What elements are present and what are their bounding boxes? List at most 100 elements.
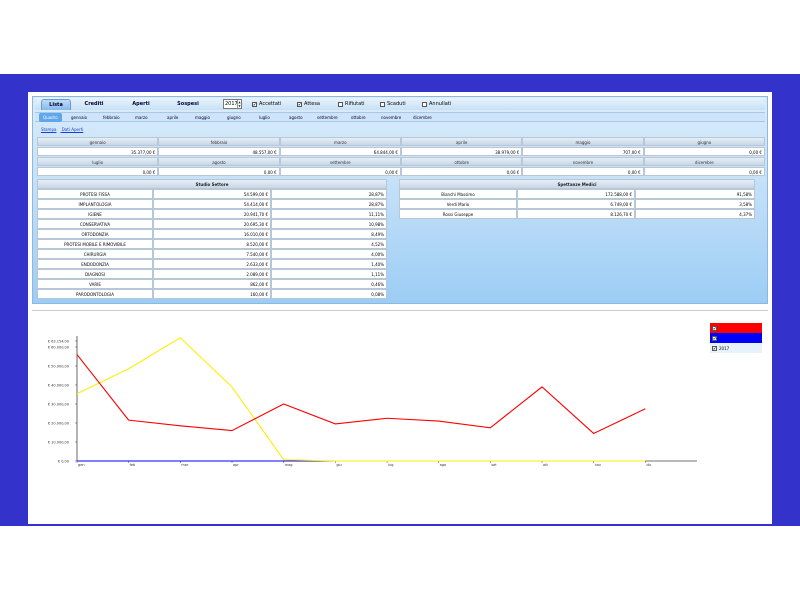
table-row[interactable]: DIAGNOSI 2.089,00 €1,11%: [37, 269, 387, 279]
month-value: 0,00 €: [400, 167, 523, 176]
row-amount: 2.633,00 €: [153, 259, 271, 269]
checkbox-icon[interactable]: [338, 101, 343, 107]
tab-crediti[interactable]: Crediti: [83, 99, 105, 110]
filter-annullati[interactable]: Annullati: [422, 100, 451, 108]
checkbox-checked-icon[interactable]: ✔: [252, 101, 257, 107]
table-row[interactable]: ORTODONZIA 16.010,00 €8,49%: [37, 229, 387, 239]
row-percent: 3,58%: [635, 199, 755, 209]
x-tick-label: set: [491, 463, 497, 467]
months-header-row-2: luglio agosto settembre ottobre novembre…: [37, 157, 765, 166]
legend-item[interactable]: ✔: [710, 323, 762, 333]
row-amount: 7.540,00 €: [153, 249, 271, 259]
row-label: ORTODONZIA: [37, 229, 153, 239]
month-value: 48.557,00 €: [158, 147, 280, 156]
row-percent: 10,98%: [271, 219, 387, 229]
checkbox-checked-icon[interactable]: ✔: [712, 335, 717, 341]
month-tab-agosto[interactable]: agosto: [289, 113, 303, 122]
filter-accettati[interactable]: ✔ Accettati: [252, 100, 281, 108]
row-percent: 8,49%: [271, 229, 387, 239]
month-tab-quadro[interactable]: Quadro: [39, 113, 62, 122]
y-tick-label: € 30.000,00: [48, 402, 69, 406]
y-tick-label: € 60.000,00: [48, 345, 69, 349]
x-tick-label: lug: [388, 463, 393, 467]
y-tick-label: € 20.000,00: [48, 421, 69, 425]
x-tick-label: gen: [78, 463, 85, 467]
checkbox-checked-icon[interactable]: ✔: [712, 345, 717, 351]
table-row[interactable]: IMPLANTOLOGIA 54.414,00 €28,87%: [37, 199, 387, 209]
studio-settore-table: Studio Settore PROTESI FISSA 54.599,00 €2…: [37, 179, 387, 299]
legend-label: 2017: [719, 345, 730, 351]
row-percent: 11,11%: [271, 209, 387, 219]
month-tab-maggio[interactable]: maggio: [195, 113, 210, 122]
table-row[interactable]: VARIE 862,00 €0,46%: [37, 279, 387, 289]
checkbox-checked-icon[interactable]: ✔: [712, 325, 717, 331]
x-tick-label: apr: [233, 463, 239, 467]
row-percent: 0,08%: [271, 289, 387, 299]
month-tab-febbraio[interactable]: febbraio: [103, 113, 120, 122]
legend-item[interactable]: ✔ 2017: [710, 343, 762, 353]
y-tick-label: € 63.154,00: [48, 340, 69, 344]
month-tab-giugno[interactable]: giugno: [227, 113, 241, 122]
checkbox-icon[interactable]: [422, 101, 427, 107]
tab-lista[interactable]: Lista: [41, 98, 71, 110]
table-row[interactable]: CHIRURGIA 7.540,00 €4,00%: [37, 249, 387, 259]
row-amount: 20.695,30 €: [153, 219, 271, 229]
studio-settore-title: Studio Settore: [37, 179, 387, 189]
table-row[interactable]: PARODONTOLOGIA 160,00 €0,08%: [37, 289, 387, 299]
month-header: ottobre: [400, 157, 523, 166]
month-value: 0,00 €: [158, 167, 280, 176]
line-chart: € 0,00 € 10.000,00 € 20.000,00 € 30.000,00 €…: [48, 336, 697, 467]
checkbox-icon[interactable]: [380, 101, 385, 107]
desktop-background: Lista Crediti Aperti Sospesi 2017 ▲ ▼ ✔ Ac…: [0, 74, 800, 526]
row-amount: 16.010,00 €: [153, 229, 271, 239]
checkbox-checked-icon[interactable]: ✔: [297, 101, 302, 107]
tab-aperti[interactable]: Aperti: [130, 99, 152, 110]
month-tab-gennaio[interactable]: gennaio: [71, 113, 87, 122]
x-tick-label: nov: [595, 463, 601, 467]
row-label: PARODONTOLOGIA: [37, 289, 153, 299]
month-tab-settembre[interactable]: settembre: [317, 113, 338, 122]
table-row[interactable]: IGIENE 20.941,70 €11,11%: [37, 209, 387, 219]
month-value: 0,00 €: [279, 167, 401, 176]
month-tab-luglio[interactable]: luglio: [259, 113, 270, 122]
filter-rifiutati[interactable]: Rifiutati: [338, 100, 365, 108]
month-value: 0,00 €: [643, 167, 765, 176]
table-row[interactable]: Rossi Giuseppe 8.126,70 €4,37%: [399, 209, 755, 219]
series-line-2: [76, 337, 646, 462]
legend-item[interactable]: ✔: [710, 333, 762, 343]
year-spinner[interactable]: 2017 ▲ ▼: [223, 99, 242, 109]
month-tab-marzo[interactable]: marzo: [135, 113, 148, 122]
filter-attesa[interactable]: ✔ Attesa: [297, 100, 320, 108]
month-value: 0,00 €: [37, 167, 159, 176]
months-header-row-1: gennaio febbraio marzo aprile maggio giu…: [37, 137, 765, 146]
row-percent: 28,87%: [271, 189, 387, 199]
month-tab-dicembre[interactable]: dicembre: [413, 113, 432, 122]
filter-scaduti[interactable]: Scaduti: [380, 100, 406, 108]
link-dati-aperti[interactable]: Dati Aperti: [62, 127, 84, 132]
tab-sospesi[interactable]: Sospesi: [176, 99, 200, 110]
table-row[interactable]: PROTESI FISSA 54.599,00 €28,87%: [37, 189, 387, 199]
y-tick-label: € 50.000,00: [48, 364, 69, 368]
month-tab-novembre[interactable]: novembre: [381, 113, 401, 122]
month-value: 0,00 €: [522, 167, 644, 176]
month-value: 35.377,00 €: [37, 147, 159, 156]
month-tab-aprile[interactable]: aprile: [167, 113, 178, 122]
table-row[interactable]: Verdi Mario 6.749,00 €3,58%: [399, 199, 755, 209]
app-window: Lista Crediti Aperti Sospesi 2017 ▲ ▼ ✔ Ac…: [28, 92, 772, 524]
x-tick-label: mag: [285, 463, 293, 467]
row-amount: 2.089,00 €: [153, 269, 271, 279]
month-header: novembre: [522, 157, 644, 166]
table-row[interactable]: Bianchi Massimo 172.588,00 €91,58%: [399, 189, 755, 199]
spinner-arrows-icon[interactable]: ▲ ▼: [237, 100, 241, 108]
month-header: agosto: [158, 157, 280, 166]
month-header: marzo: [279, 137, 401, 146]
month-tab-ottobre[interactable]: ottobre: [351, 113, 366, 122]
table-row[interactable]: ENDODONZIA 2.633,00 €1,40%: [37, 259, 387, 269]
link-stampa[interactable]: Stampa: [41, 127, 56, 132]
row-percent: 1,11%: [271, 269, 387, 279]
month-header: gennaio: [37, 137, 159, 146]
table-row[interactable]: PROTESI MOBILE E RIMOVIBILE 8.520,00 €4,5…: [37, 239, 387, 249]
row-label: Rossi Giuseppe: [399, 209, 517, 219]
table-row[interactable]: CONSERVATIVA 20.695,30 €10,98%: [37, 219, 387, 229]
row-amount: 172.588,00 €: [517, 189, 635, 199]
